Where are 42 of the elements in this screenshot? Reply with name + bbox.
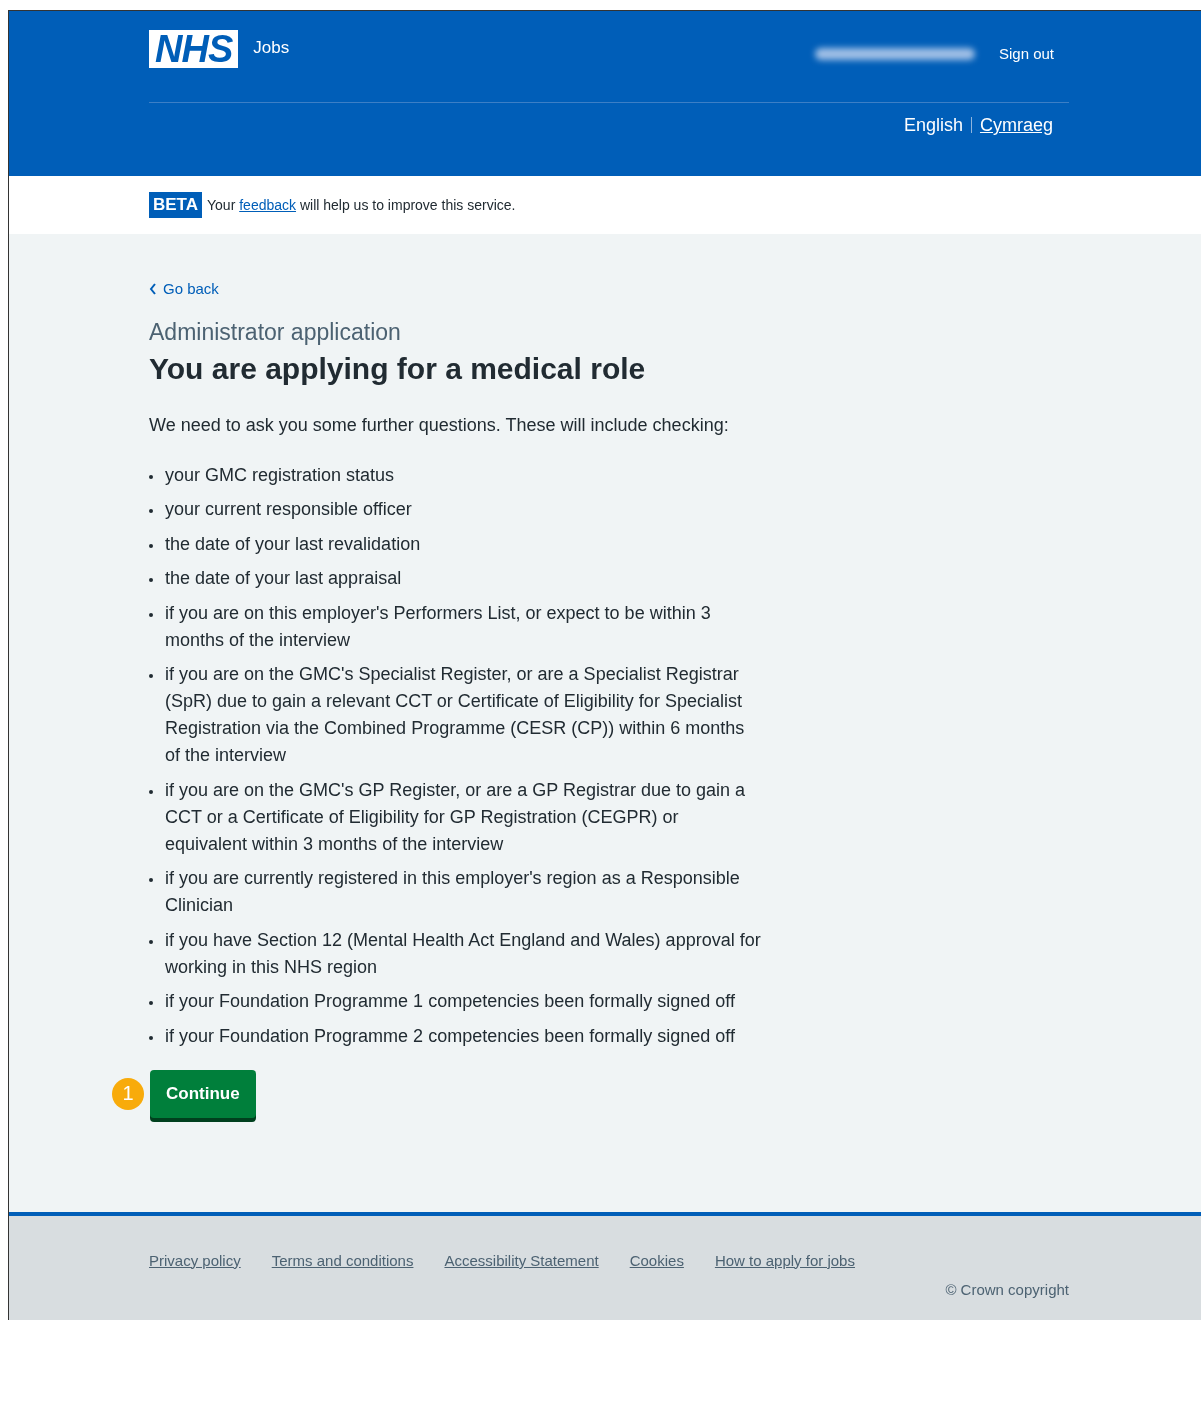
list-item-text: the date of your last appraisal (165, 567, 402, 590)
footer-link[interactable]: Cookies (629, 1251, 684, 1269)
list-item-text: if your Foundation Programme 2 competencies been formally signed off (165, 1024, 735, 1048)
sign-out-link[interactable]: Sign out (998, 45, 1054, 62)
bullet-icon (149, 939, 153, 944)
step-marker: 1 (112, 1077, 144, 1110)
copyright-text: © Crown copyright (945, 1280, 1069, 1298)
footer-link[interactable]: Terms and conditions (271, 1251, 414, 1269)
bullet-icon (149, 789, 153, 794)
bullet-icon (149, 612, 153, 617)
nhs-logo[interactable]: NHS (149, 30, 239, 68)
list-item-text: if you are on the GMC's Specialist Register, or are a Specialist Registrar (SpR) due to gain a relevant CCT or Certificate of Eligibility for Specialist Registration via the Combined Programme (CESR (CP)) within 6 months of the interview (165, 663, 746, 767)
feedback-link[interactable]: feedback (239, 197, 297, 213)
chevron-left-icon (149, 282, 157, 295)
list-item-text: if you are on this employer's Performers List, or expect to be within 3 months of the interview (165, 601, 712, 652)
list-item-text: if you have Section 12 (Mental Health Act England and Wales) approval for working in this NHS region (165, 928, 762, 979)
language-link[interactable]: Cymraeg (971, 115, 1061, 136)
bullet-icon (149, 543, 153, 548)
service-name: Jobs (253, 38, 290, 58)
list-item-text: the date of your last revalidation (165, 532, 421, 556)
bullet-icon (149, 578, 153, 582)
list-item-text: your GMC registration status (165, 463, 395, 487)
page-caption: Administrator application (149, 318, 402, 346)
feedback-message: Your feedback will help us to improve this service. (207, 197, 516, 213)
page-heading: You are applying for a medical role (149, 351, 647, 386)
footer-link[interactable]: Accessibility Statement (444, 1251, 599, 1269)
bullet-icon (149, 1001, 153, 1005)
list-item-text: if your Foundation Programme 1 competencies been formally signed off (165, 990, 735, 1013)
bullet-icon (149, 1035, 153, 1040)
beta-tag: BETA (149, 192, 202, 218)
intro-text: We need to ask you some further questions. These will include checking: (149, 413, 730, 437)
bullet-icon (149, 474, 153, 479)
list-item-text: if you are currently registered in this employer's region as a Responsible Clinician (165, 867, 741, 917)
list-item-text: if you are on the GMC's GP Register, or are a GP Registrar due to gain a CCT or a Certificate of Eligibility for GP Registration (CEGPR) or equivalent within 3 months of the interview (165, 778, 747, 856)
bullet-icon (149, 509, 153, 513)
list-item-text: your current responsible officer (165, 498, 412, 521)
back-link[interactable]: Go back (149, 280, 219, 297)
bullet-icon (149, 878, 153, 882)
bullet-icon (149, 674, 153, 678)
footer-link[interactable]: Privacy policy (149, 1251, 241, 1269)
language-link[interactable]: English (895, 115, 971, 136)
footer-link[interactable]: How to apply for jobs (714, 1251, 855, 1269)
